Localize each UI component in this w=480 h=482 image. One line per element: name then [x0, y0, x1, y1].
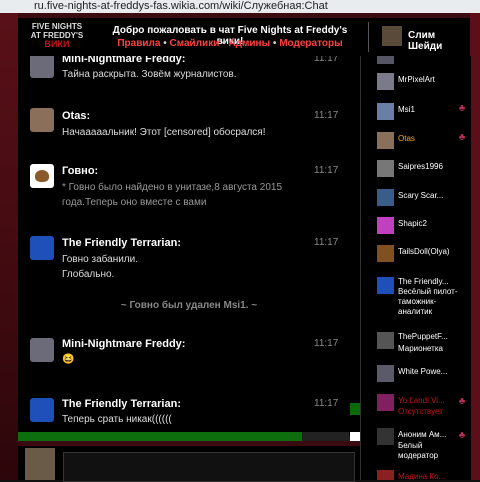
user-list[interactable]: MrPixelArt Msi1 ♣ Otas ♣ Saipres1996 Sca… [360, 56, 471, 480]
user-avatar [377, 365, 394, 382]
user-avatar [377, 189, 394, 206]
chat-bottom-bar-gap [302, 432, 349, 441]
user-name: ThePuppetF... [398, 332, 448, 341]
user-avatar [377, 132, 394, 149]
message-text: * Говно было найдено в унитазе,8 августа… [62, 182, 283, 193]
user-name: White Powe... [398, 367, 448, 376]
system-message: ~ Говно был удален Msi1. ~ [120, 300, 258, 311]
message-text: Говно забанили. [62, 254, 138, 265]
user-avatar[interactable] [30, 108, 54, 132]
user-name: Scary Scar... [398, 191, 444, 200]
message-time: 11:17 [314, 338, 339, 349]
message-time: 11:17 [314, 165, 339, 176]
user-avatar [377, 470, 394, 480]
url-text: ru.five-nights-at-freddys-fas.wikia.com/… [34, 0, 328, 12]
message-nick[interactable]: Mini-Nightmare Freddy: [62, 56, 185, 65]
message-text: Начааааальник! Этот [censored] обосрался… [62, 127, 266, 138]
user-name: MrPixelArt [398, 75, 435, 84]
user-name: Shapic2 [398, 219, 427, 228]
user-status: Отсутствует [398, 407, 443, 416]
link-separator: • [222, 38, 226, 49]
user-avatar[interactable] [30, 164, 54, 188]
moderator-icon: ♣ [458, 430, 466, 441]
scroll-corner [350, 432, 360, 441]
user-avatar[interactable] [30, 56, 54, 78]
message-text: 😆 [62, 354, 75, 365]
moderators-link[interactable]: Модераторы [279, 38, 342, 49]
current-user-avatar[interactable] [382, 26, 402, 46]
chat-messages[interactable]: Mini-Nightmare Freddy: 11:17 Тайна раскр… [18, 56, 360, 436]
link-separator: • [272, 38, 277, 49]
poop-icon [35, 170, 49, 182]
logo-line3: ВИКИ [44, 39, 70, 49]
user-avatar[interactable] [30, 236, 54, 260]
user-status: Марионетка [398, 344, 443, 353]
message-text: Глобально. [62, 269, 115, 280]
chat-scrollbar[interactable] [350, 403, 360, 415]
message-time: 11:17 [314, 56, 339, 64]
chat-bottom-bar [18, 432, 302, 441]
chat-input-area [18, 446, 360, 482]
user-status: Белый модератор [398, 441, 439, 460]
message-nick[interactable]: Mini-Nightmare Freddy: [62, 338, 185, 350]
current-user-name[interactable]: Слим Шейди [408, 30, 470, 52]
user-avatar [377, 217, 394, 234]
user-avatar[interactable] [30, 398, 54, 422]
header-divider [368, 22, 369, 52]
message-nick[interactable]: The Friendly Terrarian: [62, 237, 181, 249]
header-links: Правила • Смайлики • Админы • Модераторы [100, 38, 360, 49]
user-name: TailsDoll(Olya) [398, 247, 450, 256]
user-avatar [377, 245, 394, 262]
user-name: Saipres1996 [398, 162, 443, 171]
logo-line1: FIVE NIGHTS [31, 22, 83, 31]
moderator-icon: ♣ [458, 396, 466, 407]
message-nick[interactable]: The Friendly Terrarian: [62, 398, 181, 410]
address-bar[interactable]: ru.five-nights-at-freddys-fas.wikia.com/… [0, 0, 480, 13]
message-time: 11:17 [314, 237, 339, 248]
admins-link[interactable]: Админы [228, 38, 270, 49]
message-time: 11:17 [314, 398, 339, 409]
user-name: Msi1 [398, 105, 415, 114]
rules-link[interactable]: Правила [117, 38, 160, 49]
user-avatar [377, 332, 394, 349]
user-name: Otas [398, 134, 415, 143]
message-text: Теперь срать никак(((((( [62, 414, 172, 425]
moderator-icon: ♣ [458, 132, 466, 143]
user-status: Весёлый пилот-таможник-аналитик [398, 287, 458, 316]
user-avatar [377, 277, 394, 294]
chat-input[interactable] [63, 452, 355, 482]
user-name: Yo Landi Vi... [398, 396, 445, 405]
page-left-art [0, 13, 18, 480]
link-separator: • [163, 38, 167, 49]
message-text: Тайна раскрыта. Зовём журналистов. [62, 69, 237, 80]
user-avatar[interactable] [30, 338, 54, 362]
user-avatar[interactable] [377, 56, 394, 64]
chat-header: FIVE NIGHTS AT FREDDY'S ВИКИ Добро пожал… [18, 18, 470, 57]
input-user-avatar [25, 448, 55, 480]
message-nick[interactable]: Otas: [62, 110, 90, 122]
wiki-logo[interactable]: FIVE NIGHTS AT FREDDY'S ВИКИ [22, 22, 92, 50]
user-avatar [377, 103, 394, 120]
user-name: Мадина Ко... [398, 472, 446, 480]
user-avatar [377, 73, 394, 90]
user-avatar [377, 428, 394, 445]
user-avatar [377, 394, 394, 411]
page-right-art [470, 13, 480, 480]
message-text: года.Теперь оно вместе с вами [62, 197, 207, 208]
smileys-link[interactable]: Смайлики [170, 38, 220, 49]
user-name: Аноним Ам... [398, 430, 447, 439]
message-nick[interactable]: Говно: [62, 165, 98, 177]
moderator-icon: ♣ [458, 103, 466, 114]
message-time: 11:17 [314, 110, 339, 121]
user-name: The Friendly... [398, 277, 449, 286]
user-avatar [377, 160, 394, 177]
